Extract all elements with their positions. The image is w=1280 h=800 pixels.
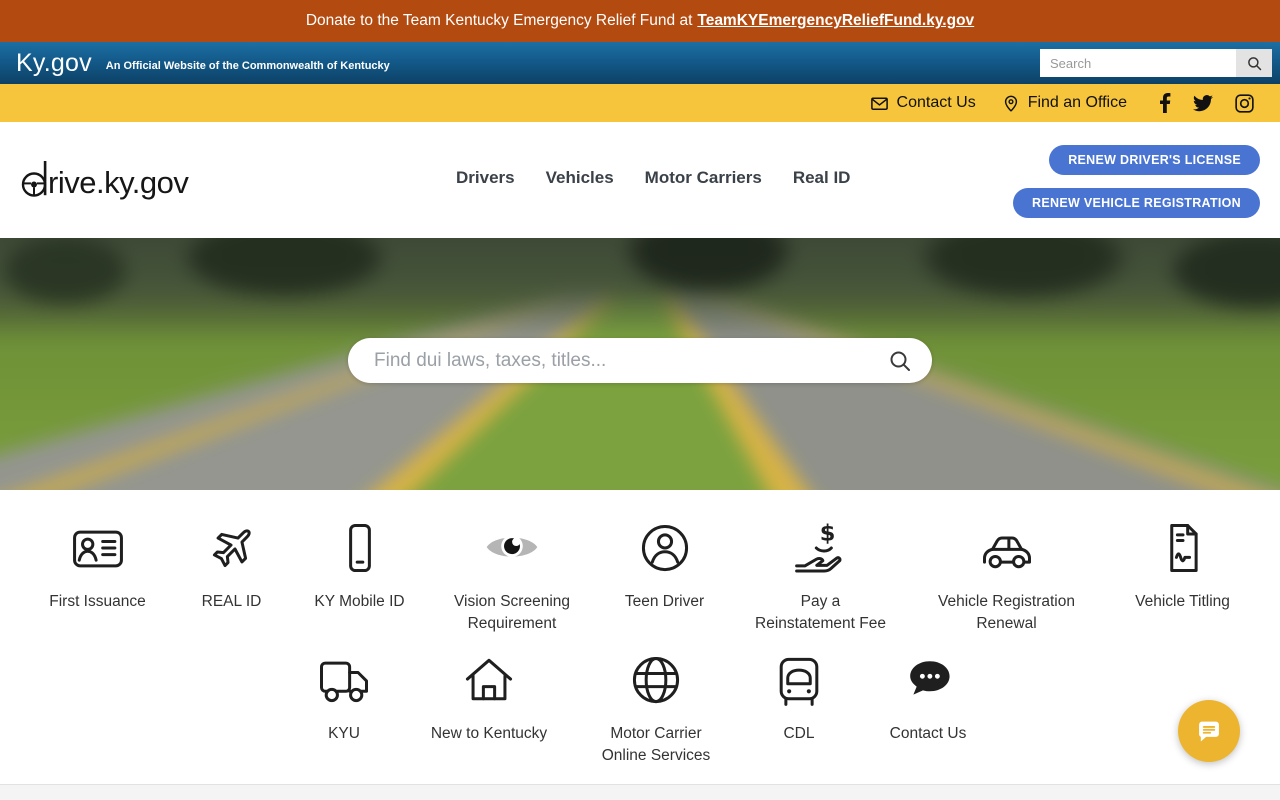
person-circle-icon: [641, 524, 688, 572]
kygov-search-input[interactable]: [1040, 49, 1236, 77]
facebook-icon[interactable]: [1159, 93, 1171, 113]
quick-link-label: New to Kentucky: [430, 725, 548, 743]
truck-front-icon: [779, 658, 819, 707]
quick-links-row-1: First Issuance REAL ID KY Mobile ID Visi…: [0, 516, 1280, 634]
svg-text:$: $: [819, 521, 835, 547]
contact-us-link[interactable]: Contact Us: [870, 94, 976, 113]
quick-link-contact-us[interactable]: Contact Us: [858, 648, 998, 745]
quick-link-motor-carrier-online-services[interactable]: Motor Carrier Online Services: [572, 648, 740, 766]
kygov-search-button[interactable]: [1236, 49, 1272, 77]
find-an-office-label: Find an Office: [1027, 94, 1127, 111]
donate-banner-text: Donate to the Team Kentucky Emergency Re…: [305, 12, 693, 29]
eye-icon: [486, 535, 538, 557]
donate-banner-link[interactable]: TeamKYEmergencyReliefFund.ky.gov: [697, 12, 974, 30]
hero-search-bar: [348, 338, 932, 383]
nav-motor-carriers[interactable]: Motor Carriers: [645, 168, 762, 188]
quick-links-row-2: KYU New to Kentucky Motor Carrier Online…: [0, 648, 1280, 766]
main-nav: Drivers Vehicles Motor Carriers Real ID: [456, 168, 850, 188]
hero-search-input[interactable]: [348, 349, 882, 372]
quick-link-label: Motor Carrier Online Services: [601, 725, 711, 765]
quick-link-label: REAL ID: [201, 593, 262, 610]
hand-dollar-icon: $: [794, 521, 841, 573]
donate-banner: Donate to the Team Kentucky Emergency Re…: [0, 0, 1280, 42]
footer-strip: [0, 784, 1280, 800]
smartphone-icon: [348, 524, 371, 572]
envelope-icon: [870, 97, 888, 110]
hero-section: [0, 238, 1280, 490]
steering-wheel-icon: [21, 161, 47, 197]
utility-bar: Contact Us Find an Office: [0, 84, 1280, 122]
quick-link-label: Vehicle Registration Renewal: [938, 593, 1075, 632]
globe-icon: [632, 657, 680, 704]
quick-link-new-to-kentucky[interactable]: New to Kentucky: [406, 648, 572, 745]
quick-link-label: CDL: [783, 725, 815, 743]
quick-link-pay-reinstatement-fee[interactable]: $ Pay a Reinstatement Fee: [735, 516, 907, 634]
quick-link-vehicle-titling[interactable]: Vehicle Titling: [1107, 516, 1259, 613]
quick-link-real-id[interactable]: REAL ID: [174, 516, 290, 613]
house-icon: [465, 659, 513, 701]
quick-link-label: Vehicle Titling: [1135, 593, 1230, 610]
search-icon: [1247, 56, 1261, 70]
airplane-icon: [212, 529, 251, 568]
quick-link-vehicle-registration-renewal[interactable]: Vehicle Registration Renewal: [907, 516, 1107, 634]
quick-link-label: Contact Us: [889, 725, 967, 743]
quick-link-cdl[interactable]: CDL: [740, 648, 858, 745]
id-card-icon: [72, 530, 123, 568]
quick-link-label: Pay a Reinstatement Fee: [755, 593, 886, 632]
quick-link-teen-driver[interactable]: Teen Driver: [595, 516, 735, 613]
car-icon: [982, 536, 1031, 569]
drive-ky-gov-logo[interactable]: rive.ky.gov: [20, 158, 189, 200]
kygov-logo[interactable]: Ky.gov: [16, 49, 92, 78]
quick-link-kyu[interactable]: KYU: [282, 648, 406, 745]
twitter-icon[interactable]: [1193, 94, 1213, 112]
contact-us-label: Contact Us: [896, 94, 976, 111]
quick-links-section: First Issuance REAL ID KY Mobile ID Visi…: [0, 490, 1280, 767]
quick-link-label: Teen Driver: [624, 593, 705, 610]
kygov-search: [1040, 49, 1272, 77]
logo-text: rive.ky.gov: [48, 165, 189, 200]
chat-icon: [1199, 721, 1219, 742]
instagram-icon[interactable]: [1235, 93, 1254, 113]
quick-link-first-issuance[interactable]: First Issuance: [22, 516, 174, 613]
kygov-bar: Ky.gov An Official Website of the Common…: [0, 42, 1280, 84]
map-pin-icon: [1004, 95, 1017, 112]
quick-link-vision-screening[interactable]: Vision Screening Requirement: [430, 516, 595, 634]
chat-bubble-icon: [910, 661, 950, 695]
quick-link-ky-mobile-id[interactable]: KY Mobile ID: [290, 516, 430, 613]
title-document-icon: [1169, 524, 1198, 572]
nav-real-id[interactable]: Real ID: [793, 168, 851, 188]
quick-link-label: First Issuance: [49, 593, 146, 610]
chat-fab-button[interactable]: [1178, 700, 1240, 762]
hero-search-button[interactable]: [882, 349, 932, 373]
kygov-tagline: An Official Website of the Commonwealth …: [105, 60, 390, 72]
quick-link-label: KY Mobile ID: [314, 593, 405, 610]
site-header: rive.ky.gov Drivers Vehicles Motor Carri…: [0, 122, 1280, 238]
delivery-truck-icon: [320, 662, 368, 703]
quick-link-label: Vision Screening Requirement: [453, 593, 571, 632]
quick-link-label: KYU: [328, 725, 360, 743]
nav-drivers[interactable]: Drivers: [456, 168, 515, 188]
nav-vehicles[interactable]: Vehicles: [546, 168, 614, 188]
find-an-office-link[interactable]: Find an Office: [1002, 94, 1127, 113]
header-actions: RENEW DRIVER'S LICENSE RENEW VEHICLE REG…: [1013, 145, 1260, 218]
renew-vehicle-registration-button[interactable]: RENEW VEHICLE REGISTRATION: [1013, 188, 1260, 218]
renew-drivers-license-button[interactable]: RENEW DRIVER'S LICENSE: [1049, 145, 1260, 175]
social-links: [1159, 93, 1254, 113]
search-icon: [890, 351, 910, 371]
